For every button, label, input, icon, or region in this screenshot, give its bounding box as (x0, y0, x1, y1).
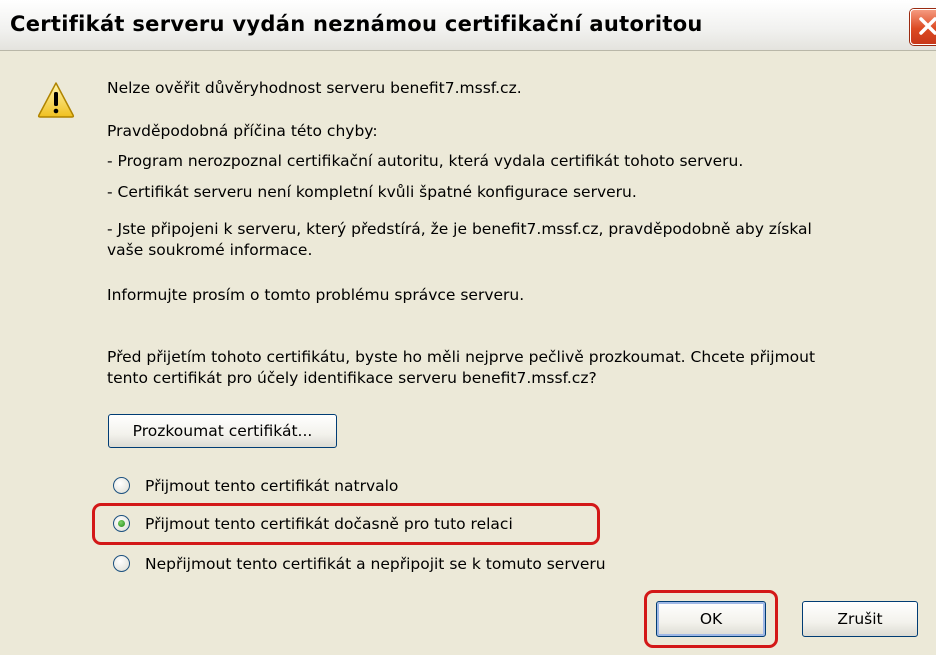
question-text-continuation: tento certifikát pro účely identifikace … (107, 369, 597, 387)
option-label: Přijmout tento certifikát natrvalo (145, 477, 399, 495)
selected-dot (118, 520, 125, 527)
option-accept-for-session[interactable]: Přijmout tento certifikát dočasně pro tu… (113, 513, 573, 535)
cause-item: - Certifikát serveru není kompletní kvůl… (107, 183, 637, 201)
ok-button[interactable]: OK (656, 601, 766, 637)
title-bar[interactable]: Certifikát serveru vydán neznámou certif… (0, 0, 936, 51)
option-label: Přijmout tento certifikát dočasně pro tu… (145, 515, 513, 533)
cause-item-continuation: vaše soukromé informace. (107, 241, 313, 259)
cause-item: - Jste připojeni k serveru, který předst… (107, 220, 812, 238)
server-verification-message: Nelze ověřit důvěryhodnost serveru benef… (107, 79, 522, 97)
option-reject[interactable]: Nepřijmout tento certifikát a nepřipojit… (113, 553, 683, 575)
cause-item: - Program nerozpoznal certifikační autor… (107, 152, 744, 170)
radio-button-selected[interactable] (113, 515, 130, 532)
option-accept-permanently[interactable]: Přijmout tento certifikát natrvalo (113, 475, 493, 497)
cause-heading: Pravděpodobná příčina této chyby: (107, 122, 378, 140)
close-icon (919, 17, 936, 35)
inform-admin-message: Informujte prosím o tomto problému správ… (107, 286, 525, 304)
close-button[interactable] (910, 9, 936, 45)
question-text: Před přijetím tohoto certifikátu, byste … (107, 348, 816, 366)
radio-button[interactable] (113, 477, 130, 494)
radio-button[interactable] (113, 555, 130, 572)
examine-certificate-button[interactable]: Prozkoumat certifikát... (108, 414, 337, 448)
warning-icon (37, 82, 75, 118)
cancel-button[interactable]: Zrušit (802, 601, 918, 637)
option-label: Nepřijmout tento certifikát a nepřipojit… (145, 555, 606, 573)
dialog-title: Certifikát serveru vydán neznámou certif… (10, 12, 703, 36)
